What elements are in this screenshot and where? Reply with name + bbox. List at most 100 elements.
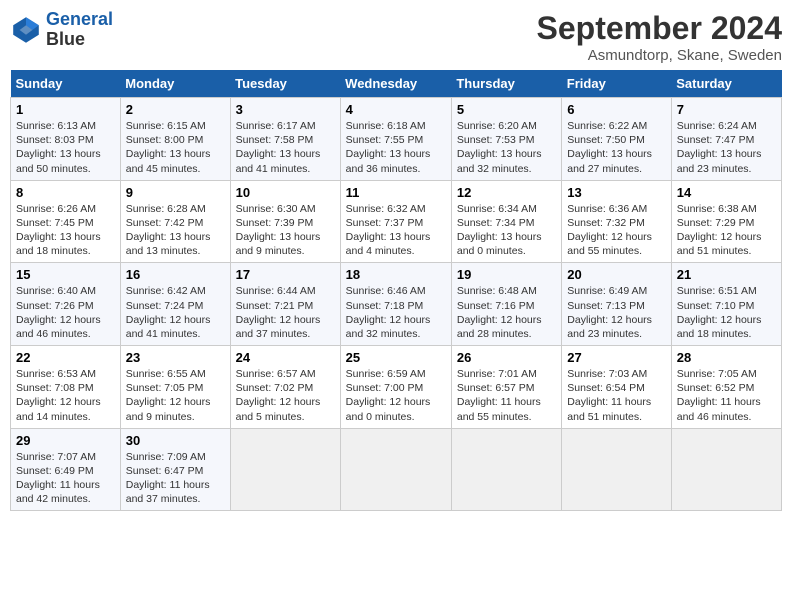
calendar-cell: 9 Sunrise: 6:28 AM Sunset: 7:42 PM Dayli… (120, 180, 230, 263)
sunrise: Sunrise: 7:09 AM (126, 450, 225, 464)
day-info: Sunrise: 6:17 AM Sunset: 7:58 PM Dayligh… (236, 119, 335, 176)
sunrise: Sunrise: 6:30 AM (236, 202, 335, 216)
day-number: 30 (126, 433, 225, 448)
sunrise: Sunrise: 6:57 AM (236, 367, 335, 381)
day-info: Sunrise: 6:48 AM Sunset: 7:16 PM Dayligh… (457, 284, 556, 341)
day-info: Sunrise: 6:42 AM Sunset: 7:24 PM Dayligh… (126, 284, 225, 341)
daylight: Daylight: 13 hours and 0 minutes. (457, 230, 556, 258)
sunset: Sunset: 7:42 PM (126, 216, 225, 230)
sunset: Sunset: 7:00 PM (346, 381, 446, 395)
daylight: Daylight: 12 hours and 37 minutes. (236, 313, 335, 341)
sunset: Sunset: 7:02 PM (236, 381, 335, 395)
calendar-cell: 10 Sunrise: 6:30 AM Sunset: 7:39 PM Dayl… (230, 180, 340, 263)
calendar-cell: 18 Sunrise: 6:46 AM Sunset: 7:18 PM Dayl… (340, 263, 451, 346)
calendar-cell: 11 Sunrise: 6:32 AM Sunset: 7:37 PM Dayl… (340, 180, 451, 263)
col-monday: Monday (120, 70, 230, 98)
col-thursday: Thursday (451, 70, 561, 98)
col-friday: Friday (562, 70, 671, 98)
sunset: Sunset: 7:21 PM (236, 299, 335, 313)
day-number: 24 (236, 350, 335, 365)
day-info: Sunrise: 6:26 AM Sunset: 7:45 PM Dayligh… (16, 202, 115, 259)
sunrise: Sunrise: 6:59 AM (346, 367, 446, 381)
day-number: 20 (567, 267, 665, 282)
calendar-table: Sunday Monday Tuesday Wednesday Thursday… (10, 70, 782, 511)
sunset: Sunset: 7:29 PM (677, 216, 776, 230)
sunset: Sunset: 7:50 PM (567, 133, 665, 147)
day-info: Sunrise: 7:07 AM Sunset: 6:49 PM Dayligh… (16, 450, 115, 507)
calendar-cell: 19 Sunrise: 6:48 AM Sunset: 7:16 PM Dayl… (451, 263, 561, 346)
daylight: Daylight: 12 hours and 5 minutes. (236, 395, 335, 423)
week-row-2: 8 Sunrise: 6:26 AM Sunset: 7:45 PM Dayli… (11, 180, 782, 263)
sunset: Sunset: 7:08 PM (16, 381, 115, 395)
daylight: Daylight: 13 hours and 36 minutes. (346, 147, 446, 175)
sunset: Sunset: 7:16 PM (457, 299, 556, 313)
sunrise: Sunrise: 6:40 AM (16, 284, 115, 298)
calendar-cell: 27 Sunrise: 7:03 AM Sunset: 6:54 PM Dayl… (562, 346, 671, 429)
day-info: Sunrise: 6:24 AM Sunset: 7:47 PM Dayligh… (677, 119, 776, 176)
day-number: 6 (567, 102, 665, 117)
daylight: Daylight: 12 hours and 28 minutes. (457, 313, 556, 341)
sunrise: Sunrise: 6:20 AM (457, 119, 556, 133)
calendar-cell: 4 Sunrise: 6:18 AM Sunset: 7:55 PM Dayli… (340, 98, 451, 181)
daylight: Daylight: 12 hours and 18 minutes. (677, 313, 776, 341)
day-info: Sunrise: 6:18 AM Sunset: 7:55 PM Dayligh… (346, 119, 446, 176)
calendar-cell: 1 Sunrise: 6:13 AM Sunset: 8:03 PM Dayli… (11, 98, 121, 181)
daylight: Daylight: 12 hours and 0 minutes. (346, 395, 446, 423)
daylight: Daylight: 11 hours and 37 minutes. (126, 478, 225, 506)
daylight: Daylight: 13 hours and 50 minutes. (16, 147, 115, 175)
daylight: Daylight: 12 hours and 41 minutes. (126, 313, 225, 341)
sunrise: Sunrise: 7:07 AM (16, 450, 115, 464)
header-row: Sunday Monday Tuesday Wednesday Thursday… (11, 70, 782, 98)
daylight: Daylight: 13 hours and 32 minutes. (457, 147, 556, 175)
day-number: 27 (567, 350, 665, 365)
daylight: Daylight: 13 hours and 13 minutes. (126, 230, 225, 258)
sunset: Sunset: 6:47 PM (126, 464, 225, 478)
day-info: Sunrise: 6:55 AM Sunset: 7:05 PM Dayligh… (126, 367, 225, 424)
col-wednesday: Wednesday (340, 70, 451, 98)
day-number: 22 (16, 350, 115, 365)
calendar-cell: 5 Sunrise: 6:20 AM Sunset: 7:53 PM Dayli… (451, 98, 561, 181)
day-number: 7 (677, 102, 776, 117)
calendar-cell: 24 Sunrise: 6:57 AM Sunset: 7:02 PM Dayl… (230, 346, 340, 429)
day-number: 19 (457, 267, 556, 282)
day-info: Sunrise: 6:15 AM Sunset: 8:00 PM Dayligh… (126, 119, 225, 176)
day-number: 9 (126, 185, 225, 200)
week-row-5: 29 Sunrise: 7:07 AM Sunset: 6:49 PM Dayl… (11, 428, 782, 511)
sunrise: Sunrise: 6:46 AM (346, 284, 446, 298)
day-number: 26 (457, 350, 556, 365)
day-info: Sunrise: 6:30 AM Sunset: 7:39 PM Dayligh… (236, 202, 335, 259)
sunrise: Sunrise: 6:34 AM (457, 202, 556, 216)
sunrise: Sunrise: 7:01 AM (457, 367, 556, 381)
col-tuesday: Tuesday (230, 70, 340, 98)
sunset: Sunset: 7:13 PM (567, 299, 665, 313)
sunset: Sunset: 7:47 PM (677, 133, 776, 147)
sunset: Sunset: 7:18 PM (346, 299, 446, 313)
sunrise: Sunrise: 6:24 AM (677, 119, 776, 133)
day-info: Sunrise: 6:40 AM Sunset: 7:26 PM Dayligh… (16, 284, 115, 341)
sunrise: Sunrise: 6:18 AM (346, 119, 446, 133)
day-info: Sunrise: 7:09 AM Sunset: 6:47 PM Dayligh… (126, 450, 225, 507)
sunset: Sunset: 8:00 PM (126, 133, 225, 147)
day-info: Sunrise: 6:20 AM Sunset: 7:53 PM Dayligh… (457, 119, 556, 176)
day-info: Sunrise: 6:36 AM Sunset: 7:32 PM Dayligh… (567, 202, 665, 259)
sunset: Sunset: 6:54 PM (567, 381, 665, 395)
sunset: Sunset: 7:37 PM (346, 216, 446, 230)
daylight: Daylight: 11 hours and 51 minutes. (567, 395, 665, 423)
location-subtitle: Asmundtorp, Skane, Sweden (537, 47, 782, 64)
calendar-cell: 8 Sunrise: 6:26 AM Sunset: 7:45 PM Dayli… (11, 180, 121, 263)
day-number: 15 (16, 267, 115, 282)
day-info: Sunrise: 7:01 AM Sunset: 6:57 PM Dayligh… (457, 367, 556, 424)
sunset: Sunset: 7:39 PM (236, 216, 335, 230)
day-number: 4 (346, 102, 446, 117)
daylight: Daylight: 13 hours and 18 minutes. (16, 230, 115, 258)
sunset: Sunset: 7:24 PM (126, 299, 225, 313)
page-container: GeneralBlue September 2024 Asmundtorp, S… (10, 10, 782, 511)
logo: GeneralBlue (10, 10, 113, 50)
calendar-cell: 16 Sunrise: 6:42 AM Sunset: 7:24 PM Dayl… (120, 263, 230, 346)
daylight: Daylight: 13 hours and 45 minutes. (126, 147, 225, 175)
calendar-cell: 14 Sunrise: 6:38 AM Sunset: 7:29 PM Dayl… (671, 180, 781, 263)
calendar-cell: 6 Sunrise: 6:22 AM Sunset: 7:50 PM Dayli… (562, 98, 671, 181)
sunset: Sunset: 7:45 PM (16, 216, 115, 230)
sunset: Sunset: 6:49 PM (16, 464, 115, 478)
sunset: Sunset: 7:58 PM (236, 133, 335, 147)
